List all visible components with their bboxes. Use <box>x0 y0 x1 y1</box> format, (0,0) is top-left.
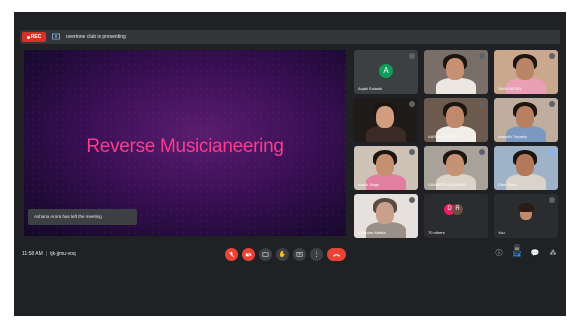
activities-button[interactable]: ⁂ <box>548 249 558 259</box>
others-tile[interactable]: D R 70 others <box>424 194 488 238</box>
participant-name: Chandru Mehta <box>358 230 386 235</box>
clock-time: 11:58 AM <box>22 251 43 257</box>
info-icon: ⓘ <box>495 250 503 257</box>
participant-name: SAMARTHYA SINGH <box>428 182 467 187</box>
participant-name: Aashi Singh <box>358 182 380 187</box>
mic-muted-icon <box>549 197 555 203</box>
mic-muted-icon <box>549 101 555 107</box>
control-bar: 11:58 AM|tjk-jjmu-voq ✋ ⋮ ⓘ 85 👥 <box>14 244 566 262</box>
mic-muted-icon <box>409 101 415 107</box>
meeting-details: 11:58 AM | tjk-jjmu-voq <box>22 251 76 257</box>
more-options-button[interactable]: ⋮ <box>310 248 323 261</box>
avatar: A <box>379 64 393 78</box>
camera-toggle-button[interactable] <box>242 248 255 261</box>
participant-tile[interactable]: Aaradhi Tripathy <box>494 98 558 142</box>
others-avatars: D R <box>444 204 463 215</box>
participant-tile[interactable]: Chandru Mehta <box>354 194 418 238</box>
participant-tile[interactable] <box>424 50 488 94</box>
people-button[interactable]: 85 👥 <box>512 244 522 259</box>
mic-muted-icon <box>479 101 485 107</box>
camera-off-icon <box>245 251 252 258</box>
participant-name: Anjali Solanki <box>358 86 383 91</box>
mic-muted-icon <box>479 53 485 59</box>
activities-icon: ⁂ <box>549 250 557 257</box>
chat-button[interactable]: 💬 <box>530 249 540 259</box>
meet-window: REC overtone club is presenting Reverse … <box>14 12 566 316</box>
presenting-text: overtone club is presenting <box>66 34 126 40</box>
record-dot-icon <box>26 35 30 39</box>
meeting-info-button[interactable]: ⓘ <box>494 249 504 259</box>
meeting-code: tjk-jjmu-voq <box>50 251 76 257</box>
participant-tile[interactable]: Aashi Singh <box>354 146 418 190</box>
leave-call-button[interactable] <box>327 248 346 261</box>
mic-muted-icon <box>409 149 415 155</box>
participant-tile[interactable]: AARIYA SHETTY <box>424 98 488 142</box>
raise-hand-button[interactable]: ✋ <box>276 248 289 261</box>
participant-tile[interactable]: Ram Sethi <box>494 146 558 190</box>
rec-label: REC <box>30 34 42 40</box>
participant-count-badge: 85 <box>514 244 520 254</box>
end-call-icon <box>332 253 341 257</box>
raise-hand-icon: ✋ <box>278 252 287 258</box>
participant-tile[interactable] <box>354 98 418 142</box>
mic-muted-icon <box>479 149 485 155</box>
present-screen-button[interactable] <box>293 248 306 261</box>
chat-icon: 💬 <box>530 250 540 257</box>
presentation-bar: REC overtone club is presenting <box>20 30 560 44</box>
present-screen-icon <box>296 252 303 257</box>
participant-name: AARIYA SHETTY <box>428 134 460 139</box>
more-vert-icon: ⋮ <box>313 252 320 258</box>
participant-name: Aaradhi Tripathy <box>498 134 528 139</box>
left-meeting-toast: Ashana Arora has left the meeting <box>28 209 137 225</box>
mic-off-icon <box>228 251 235 258</box>
slide-title: Reverse Musicianeering <box>86 136 284 157</box>
participant-name: SANA AFZAL <box>498 86 523 91</box>
participant-tile[interactable]: SAMARTHYA SINGH <box>424 146 488 190</box>
captions-icon <box>262 252 269 257</box>
avatar: R <box>452 204 463 215</box>
recording-badge: REC <box>22 32 46 42</box>
participant-tile[interactable]: SANA AFZAL <box>494 50 558 94</box>
captions-button[interactable] <box>259 248 272 261</box>
mic-muted-icon <box>549 53 555 59</box>
participant-tile[interactable]: A Anjali Solanki <box>354 50 418 94</box>
participant-name: Ram Sethi <box>498 182 517 187</box>
presentation-stage[interactable]: Reverse Musicianeering Ashana Arora has … <box>24 50 346 236</box>
mic-muted-icon <box>409 53 415 59</box>
self-tile[interactable]: You <box>494 194 558 238</box>
others-count: 70 others <box>428 230 445 235</box>
mic-muted-icon <box>409 197 415 203</box>
presenting-icon <box>52 33 60 40</box>
speaking-indicator-icon <box>549 149 555 155</box>
mic-toggle-button[interactable] <box>225 248 238 261</box>
participant-name: You <box>498 230 505 235</box>
